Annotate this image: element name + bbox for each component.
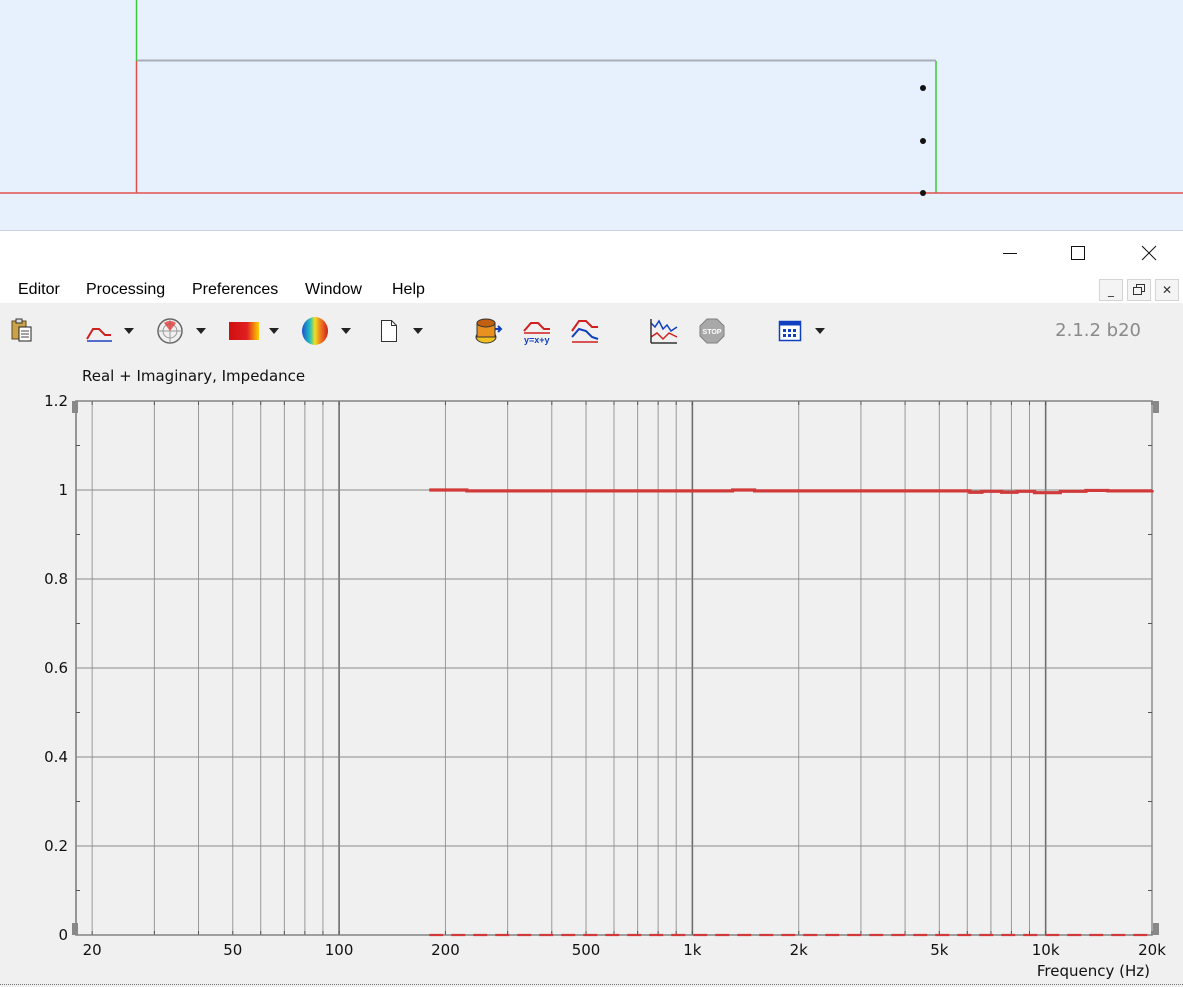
menu-bar: Editor Processing Preferences Window Hel… — [0, 276, 1183, 303]
restore-icon — [1133, 284, 1145, 295]
y-tick-label: 0.8 — [44, 570, 68, 588]
maximize-icon — [1071, 246, 1085, 260]
mdi-restore-button[interactable] — [1127, 279, 1151, 301]
menu-processing[interactable]: Processing — [86, 281, 165, 299]
minimize-icon — [1003, 253, 1017, 254]
client-area: y=x+y STOP 2.1.2 b20 Real + Imaginary, I… — [0, 303, 1183, 987]
axis-scroll-marker — [1153, 401, 1159, 413]
schematic-pane[interactable] — [0, 0, 1183, 231]
x-tick-label: 10k — [1032, 941, 1060, 959]
minimize-icon: _ — [1108, 283, 1114, 297]
x-tick-label: 200 — [431, 941, 460, 959]
x-tick-label: 1k — [683, 941, 702, 959]
y-tick-label: 0.4 — [44, 748, 68, 766]
mdi-close-button[interactable]: ✕ — [1155, 279, 1179, 301]
y-tick-label: 0.6 — [44, 659, 68, 677]
x-tick-label: 100 — [325, 941, 354, 959]
y-tick-label: 0.2 — [44, 837, 68, 855]
axis-scroll-marker — [1153, 923, 1159, 935]
y-tick-label: 1.2 — [44, 392, 68, 410]
mdi-minimize-button[interactable]: _ — [1099, 279, 1123, 301]
close-icon — [1141, 245, 1157, 261]
x-tick-label: 50 — [223, 941, 242, 959]
close-icon: ✕ — [1161, 283, 1173, 297]
minimize-button[interactable] — [980, 231, 1040, 275]
menu-help[interactable]: Help — [392, 281, 425, 299]
schematic-canvas — [0, 0, 1183, 196]
y-tick-labels: 0 0.2 0.4 0.6 0.8 1 1.2 — [44, 392, 68, 944]
axis-scroll-marker — [72, 923, 78, 935]
x-tick-label: 2k — [790, 941, 809, 959]
x-tick-label: 20k — [1138, 941, 1166, 959]
chart-title: Real + Imaginary, Impedance — [82, 367, 305, 385]
node-dot[interactable] — [920, 85, 926, 91]
impedance-graph[interactable]: Real + Imaginary, Impedance 20 50 100 200 50… — [0, 303, 1183, 987]
x-tick-label: 20 — [83, 941, 102, 959]
x-tick-labels: 20 50 100 200 500 1k 2k 5k 10k 20k — [83, 941, 1167, 959]
axis-scroll-marker — [72, 401, 78, 413]
node-dot[interactable] — [920, 190, 926, 196]
x-tick-label: 500 — [572, 941, 601, 959]
node-dot[interactable] — [920, 138, 926, 144]
y-tick-label: 1 — [58, 481, 68, 499]
x-tick-label: 5k — [930, 941, 949, 959]
menu-preferences[interactable]: Preferences — [192, 281, 278, 299]
maximize-button[interactable] — [1048, 231, 1108, 275]
series-group — [429, 488, 1154, 937]
y-tick-label: 0 — [58, 926, 68, 944]
menu-window[interactable]: Window — [305, 281, 362, 299]
x-axis-label: Frequency (Hz) — [1037, 962, 1150, 980]
title-bar — [0, 231, 1183, 275]
close-button[interactable] — [1119, 231, 1179, 275]
status-separator — [0, 984, 1183, 985]
menu-editor[interactable]: Editor — [18, 281, 60, 299]
